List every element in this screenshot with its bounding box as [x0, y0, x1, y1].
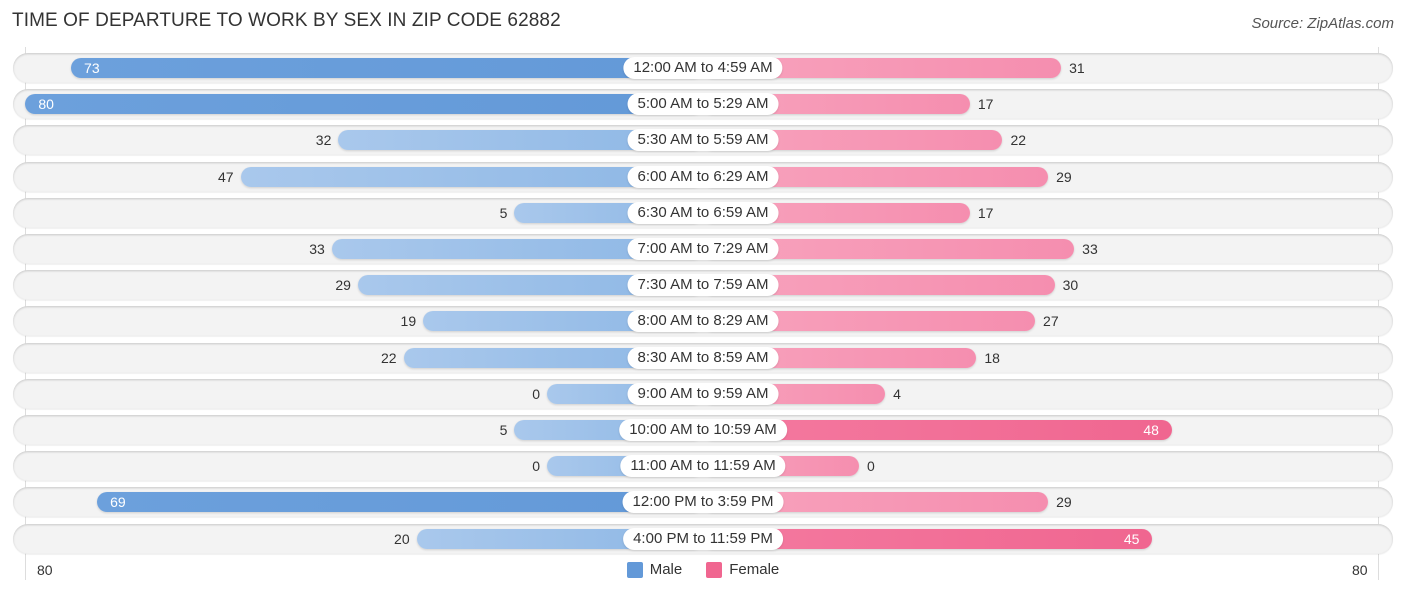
value-label-male: 80	[38, 96, 54, 113]
value-label-female: 45	[1123, 530, 1140, 547]
value-label-female: 17	[977, 204, 994, 221]
legend-swatch-female	[706, 561, 723, 578]
value-label-male: 73	[84, 60, 100, 76]
value-label-female: 33	[1082, 241, 1098, 257]
value-label-female: 29	[1056, 168, 1072, 185]
legend-label-female: Female	[729, 561, 780, 578]
category-label: 8:00 AM to 8:29 AM	[627, 310, 779, 333]
value-label-female: 31	[1069, 60, 1085, 76]
value-label-male: 0	[532, 458, 540, 475]
category-label: 6:30 AM to 6:59 AM	[627, 201, 779, 224]
value-label-female: 18	[984, 349, 1000, 366]
category-label: 5:00 AM to 5:29 AM	[627, 93, 779, 116]
category-label: 7:00 AM to 7:29 AM	[627, 238, 779, 260]
value-label-female: 48	[1143, 422, 1159, 438]
value-label-male: 5	[499, 422, 508, 438]
legend-item-female[interactable]: Female	[706, 561, 779, 578]
value-label-male: 47	[217, 168, 234, 185]
value-label-female: 4	[893, 385, 901, 402]
category-label: 8:30 AM to 8:59 AM	[627, 346, 779, 369]
category-label: 12:00 PM to 3:59 PM	[622, 491, 784, 514]
value-label-male: 20	[394, 530, 410, 547]
bar-male[interactable]	[71, 58, 703, 78]
value-label-female: 27	[1043, 313, 1059, 330]
category-label: 10:00 AM to 10:59 AM	[619, 419, 787, 441]
category-label: 11:00 AM to 11:59 AM	[620, 455, 786, 478]
source-label: Source: ZipAtlas.com	[1251, 15, 1394, 32]
legend-label-male: Male	[649, 561, 683, 578]
value-label-male: 33	[309, 241, 325, 257]
category-label: 4:00 PM to 11:59 PM	[623, 527, 783, 550]
legend: Male Female	[0, 561, 1406, 578]
value-label-female: 0	[867, 458, 875, 475]
category-label: 12:00 AM to 4:59 AM	[623, 57, 783, 79]
value-label-male: 69	[110, 494, 126, 511]
bar-male[interactable]	[97, 492, 703, 513]
value-label-male: 32	[315, 132, 332, 149]
value-label-male: 19	[400, 313, 417, 330]
legend-swatch-male	[626, 561, 643, 578]
category-label: 5:30 AM to 5:59 AM	[627, 129, 779, 152]
value-label-female: 17	[977, 96, 994, 113]
value-label-female: 30	[1062, 277, 1079, 294]
value-label-male: 22	[380, 349, 397, 366]
category-label: 9:00 AM to 9:59 AM	[627, 382, 779, 405]
category-label: 7:30 AM to 7:59 AM	[627, 274, 779, 297]
legend-item-male[interactable]: Male	[626, 561, 683, 578]
value-label-female: 29	[1056, 494, 1072, 511]
value-label-male: 29	[335, 277, 351, 294]
chart-title: TIME OF DEPARTURE TO WORK BY SEX IN ZIP …	[12, 10, 561, 31]
category-label: 6:00 AM to 6:29 AM	[627, 165, 779, 188]
value-label-male: 5	[499, 204, 508, 221]
value-label-female: 22	[1010, 132, 1027, 149]
value-label-male: 0	[532, 385, 540, 402]
bar-male[interactable]	[25, 94, 703, 115]
